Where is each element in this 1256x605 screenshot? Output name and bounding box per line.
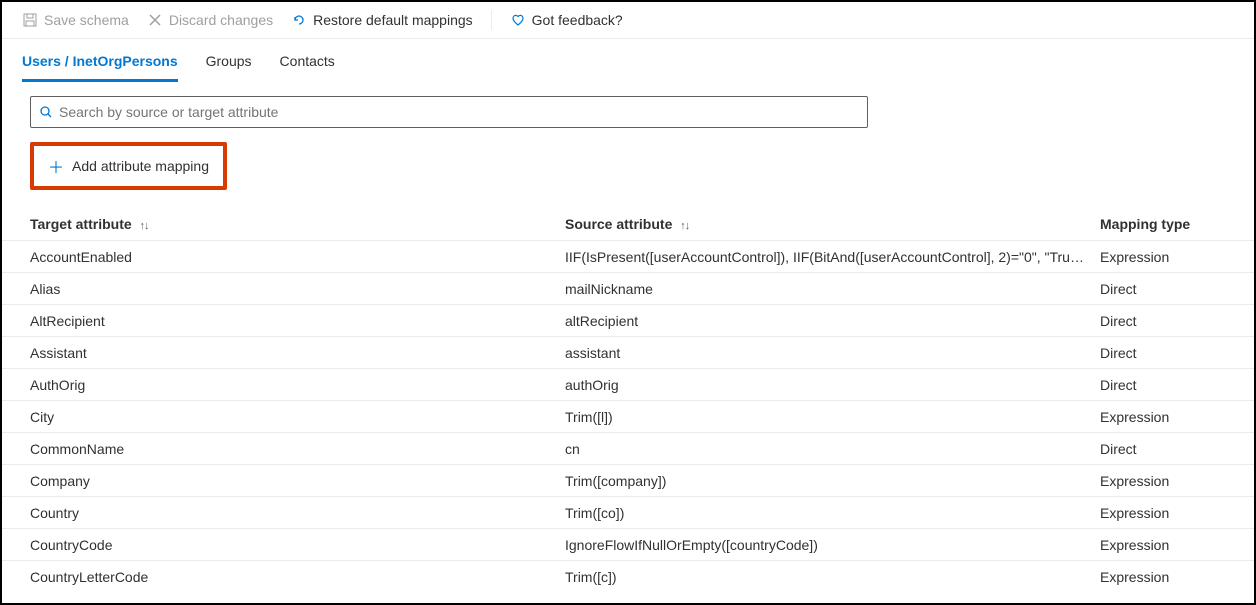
save-schema-label: Save schema <box>44 12 129 28</box>
cell-type: Expression <box>1100 473 1256 489</box>
cell-type: Expression <box>1100 537 1256 553</box>
restore-default-label: Restore default mappings <box>313 12 473 28</box>
heart-icon <box>510 12 526 28</box>
tab-contacts[interactable]: Contacts <box>280 53 335 82</box>
discard-changes-label: Discard changes <box>169 12 273 28</box>
feedback-button[interactable]: Got feedback? <box>510 12 623 28</box>
cell-source: authOrig <box>565 377 1100 393</box>
cell-source: Trim([co]) <box>565 505 1100 521</box>
search-icon <box>39 105 53 119</box>
table-row[interactable]: AliasmailNicknameDirect <box>2 272 1254 304</box>
mapping-table: Target attribute ↑↓ Source attribute ↑↓ … <box>2 208 1254 592</box>
col-target[interactable]: Target attribute ↑↓ <box>30 216 565 232</box>
table-row[interactable]: AltRecipientaltRecipientDirect <box>2 304 1254 336</box>
cell-type: Direct <box>1100 281 1256 297</box>
col-target-label: Target attribute <box>30 216 132 232</box>
tab-users[interactable]: Users / InetOrgPersons <box>22 53 178 82</box>
cell-type: Direct <box>1100 345 1256 361</box>
sort-icon: ↑↓ <box>140 220 149 232</box>
col-source[interactable]: Source attribute ↑↓ <box>565 216 1100 232</box>
cell-type: Direct <box>1100 377 1256 393</box>
cell-source: mailNickname <box>565 281 1100 297</box>
table-header: Target attribute ↑↓ Source attribute ↑↓ … <box>2 208 1254 240</box>
add-attribute-mapping-label: Add attribute mapping <box>72 158 209 174</box>
cell-source: IIF(IsPresent([userAccountControl]), IIF… <box>565 249 1100 265</box>
command-bar: Save schema Discard changes Restore defa… <box>2 2 1254 39</box>
table-row[interactable]: AssistantassistantDirect <box>2 336 1254 368</box>
cell-source: Trim([c]) <box>565 569 1100 585</box>
cell-target: AltRecipient <box>30 313 565 329</box>
toolbar-separator <box>491 10 492 30</box>
cell-target: Assistant <box>30 345 565 361</box>
cell-type: Expression <box>1100 569 1256 585</box>
restore-icon <box>291 12 307 28</box>
cell-type: Expression <box>1100 505 1256 521</box>
search-box[interactable] <box>30 96 868 128</box>
cell-target: City <box>30 409 565 425</box>
search-container <box>2 82 1254 128</box>
table-row[interactable]: CountryLetterCodeTrim([c])Expression <box>2 560 1254 592</box>
table-row[interactable]: AuthOrigauthOrigDirect <box>2 368 1254 400</box>
table-row[interactable]: CountryCodeIgnoreFlowIfNullOrEmpty([coun… <box>2 528 1254 560</box>
cell-source: altRecipient <box>565 313 1100 329</box>
cell-target: CountryCode <box>30 537 565 553</box>
cell-source: Trim([company]) <box>565 473 1100 489</box>
table-row[interactable]: CommonNamecnDirect <box>2 432 1254 464</box>
sort-icon: ↑↓ <box>680 220 689 232</box>
col-source-label: Source attribute <box>565 216 672 232</box>
plus-icon: ＋ <box>48 154 64 178</box>
restore-default-button[interactable]: Restore default mappings <box>291 12 473 28</box>
cell-type: Direct <box>1100 441 1256 457</box>
cell-target: Company <box>30 473 565 489</box>
col-type[interactable]: Mapping type <box>1100 216 1256 232</box>
cell-target: AuthOrig <box>30 377 565 393</box>
feedback-label: Got feedback? <box>532 12 623 28</box>
add-attribute-mapping-button[interactable]: ＋ Add attribute mapping <box>30 142 227 190</box>
table-row[interactable]: CityTrim([l])Expression <box>2 400 1254 432</box>
cell-source: IgnoreFlowIfNullOrEmpty([countryCode]) <box>565 537 1100 553</box>
discard-changes-button[interactable]: Discard changes <box>147 12 273 28</box>
save-icon <box>22 12 38 28</box>
cell-target: Alias <box>30 281 565 297</box>
search-input[interactable] <box>59 104 859 120</box>
cell-source: Trim([l]) <box>565 409 1100 425</box>
cell-type: Expression <box>1100 409 1256 425</box>
cell-source: assistant <box>565 345 1100 361</box>
table-row[interactable]: AccountEnabledIIF(IsPresent([userAccount… <box>2 240 1254 272</box>
table-row[interactable]: CompanyTrim([company])Expression <box>2 464 1254 496</box>
tab-bar: Users / InetOrgPersons Groups Contacts <box>2 39 1254 82</box>
table-row[interactable]: CountryTrim([co])Expression <box>2 496 1254 528</box>
close-icon <box>147 12 163 28</box>
add-mapping-container: ＋ Add attribute mapping <box>30 142 1254 190</box>
tab-groups[interactable]: Groups <box>206 53 252 82</box>
cell-target: CommonName <box>30 441 565 457</box>
cell-target: Country <box>30 505 565 521</box>
col-type-label: Mapping type <box>1100 216 1190 232</box>
cell-target: CountryLetterCode <box>30 569 565 585</box>
save-schema-button[interactable]: Save schema <box>22 12 129 28</box>
cell-type: Expression <box>1100 249 1256 265</box>
cell-source: cn <box>565 441 1100 457</box>
cell-type: Direct <box>1100 313 1256 329</box>
cell-target: AccountEnabled <box>30 249 565 265</box>
